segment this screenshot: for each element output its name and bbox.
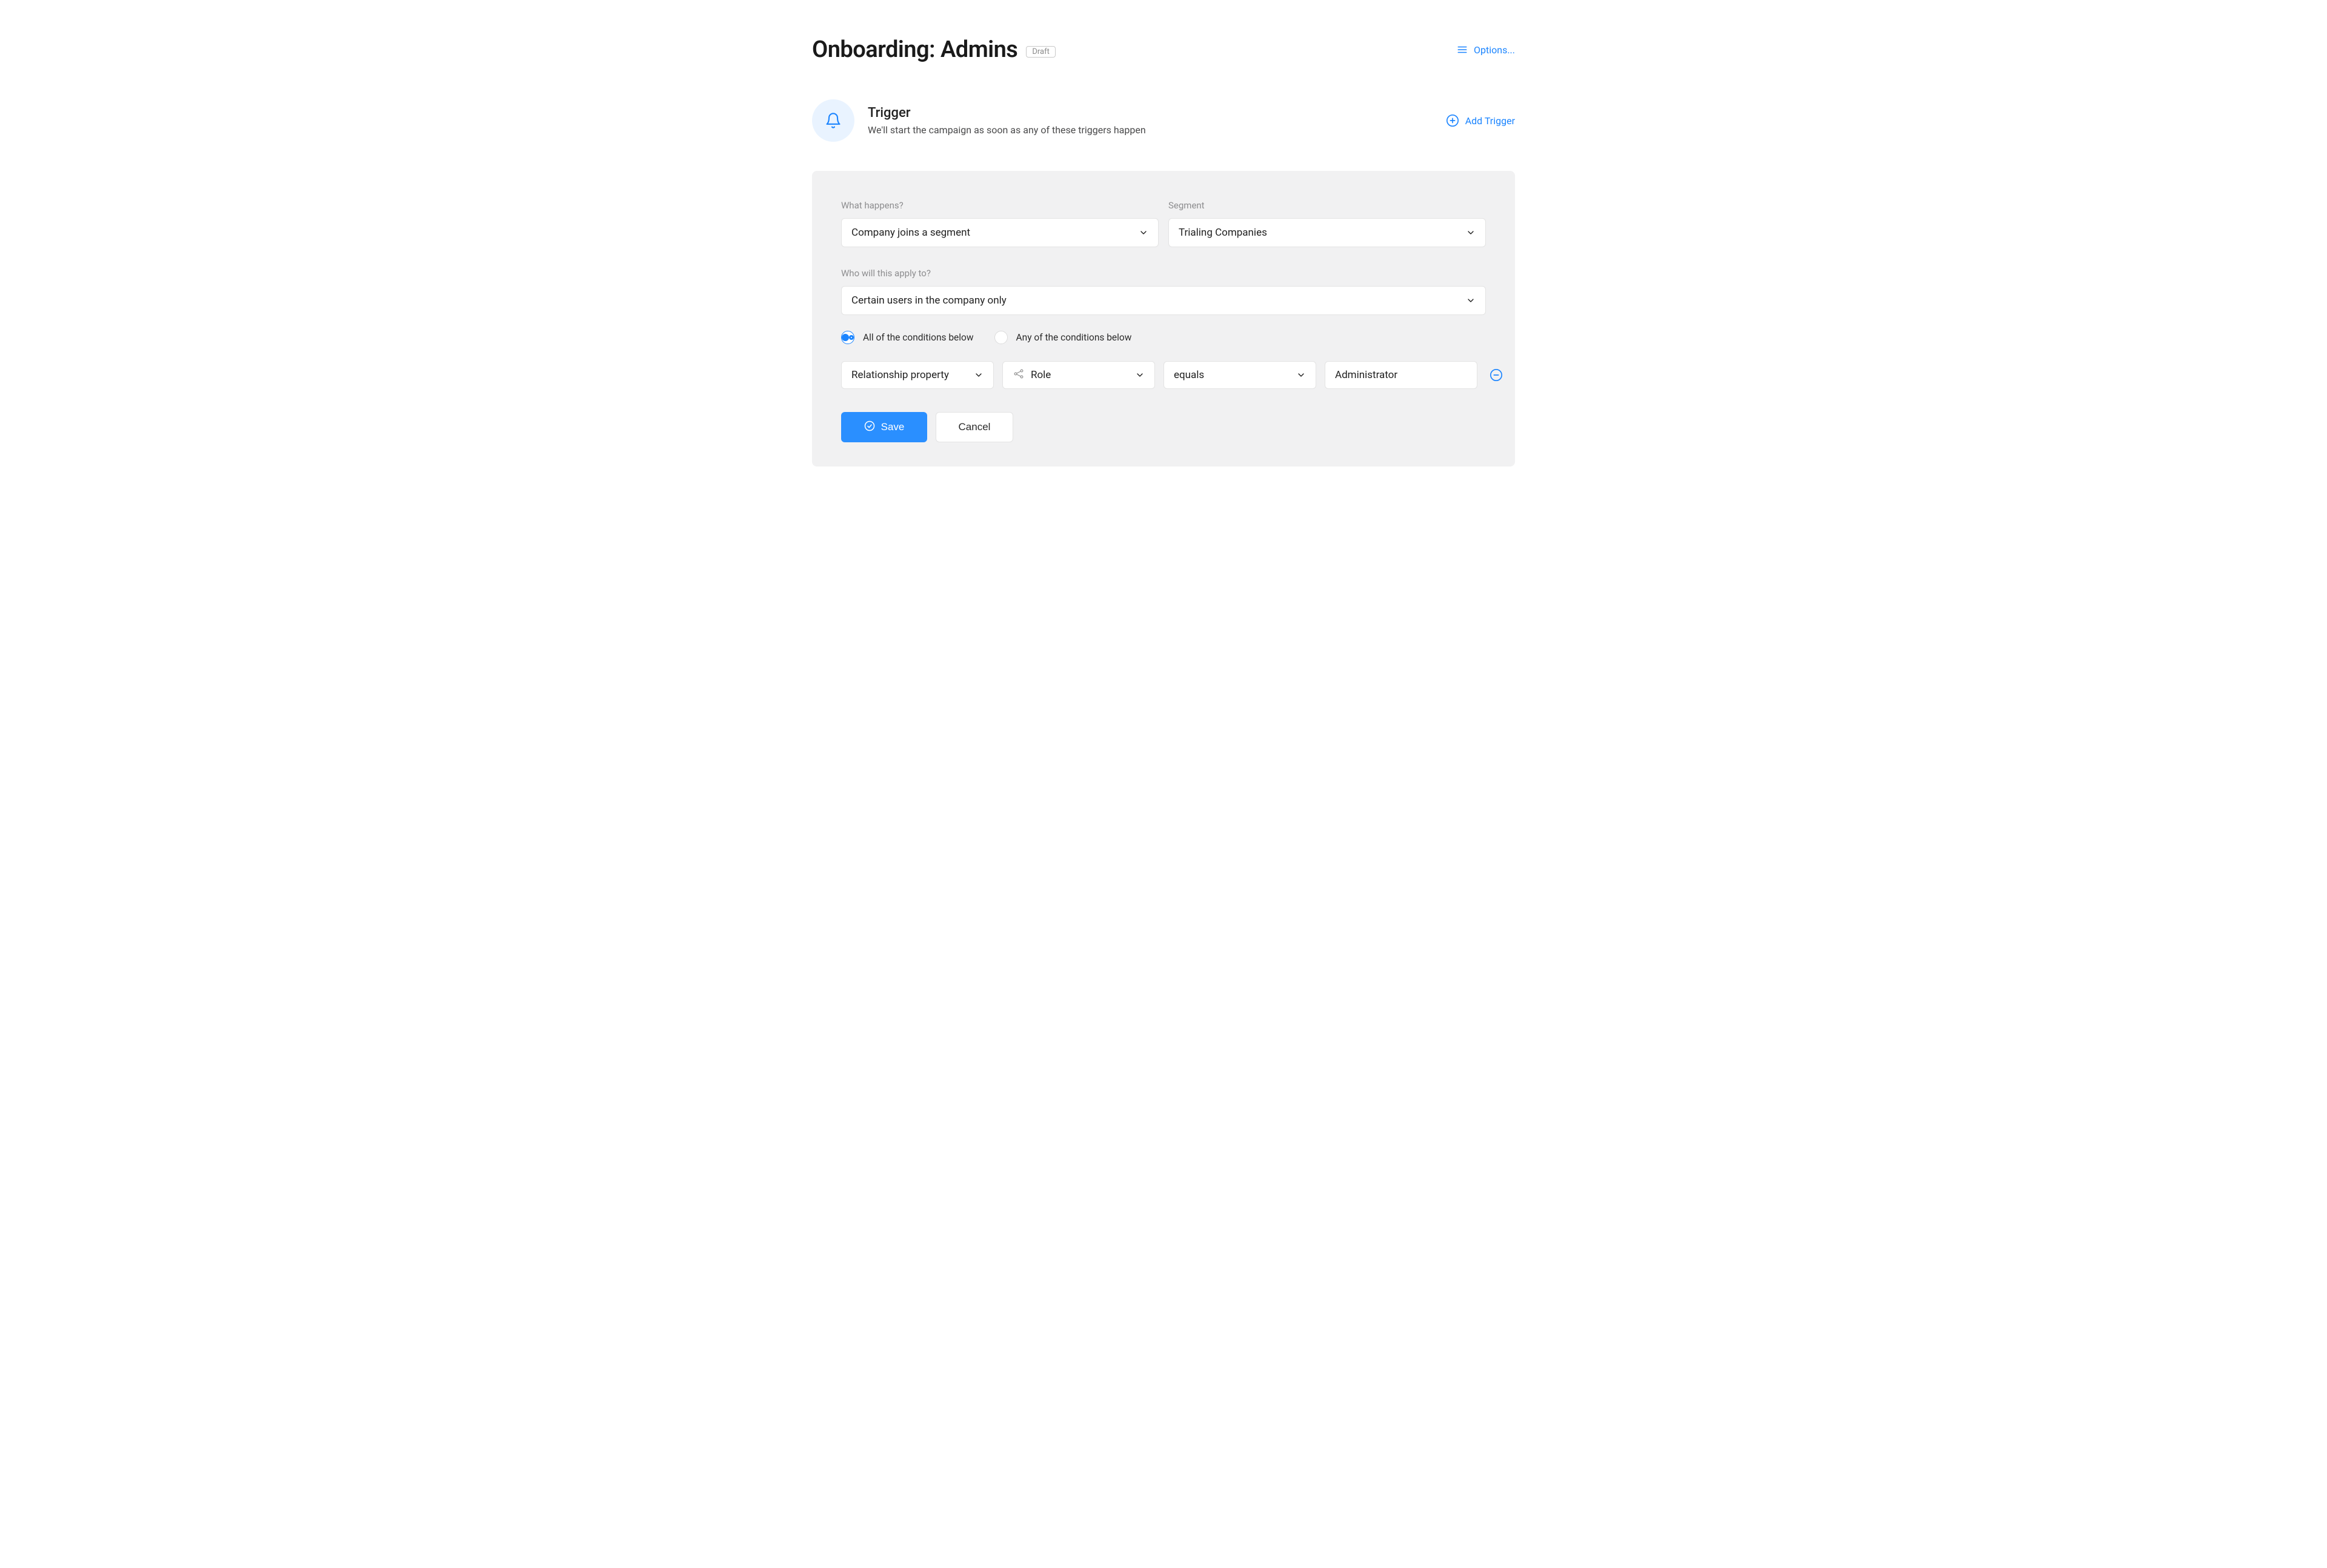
- trigger-text: Trigger We'll start the campaign as soon…: [868, 105, 1146, 136]
- options-menu-button[interactable]: Options...: [1457, 44, 1515, 56]
- page-title: Onboarding: Admins: [812, 36, 1017, 63]
- row-what-segment: What happens? Company joins a segment Se…: [841, 200, 1486, 247]
- trigger-subtitle: We'll start the campaign as soon as any …: [868, 124, 1146, 136]
- add-trigger-button[interactable]: Add Trigger: [1446, 114, 1515, 127]
- apply-to-label: Who will this apply to?: [841, 268, 1486, 279]
- radio-selected-icon: [841, 331, 854, 344]
- field-what-happens: What happens? Company joins a segment: [841, 200, 1159, 247]
- match-mode-all[interactable]: All of the conditions below: [841, 331, 974, 344]
- match-mode-any[interactable]: Any of the conditions below: [994, 331, 1132, 344]
- match-mode-all-label: All of the conditions below: [863, 332, 974, 343]
- remove-condition-button[interactable]: [1490, 368, 1503, 382]
- condition-property-name-value: Role: [1031, 369, 1051, 381]
- what-happens-label: What happens?: [841, 200, 1159, 211]
- field-apply-to: Who will this apply to? Certain users in…: [841, 268, 1486, 315]
- title-wrap: Onboarding: Admins Draft: [812, 36, 1056, 63]
- trigger-section: Trigger We'll start the campaign as soon…: [812, 99, 1515, 142]
- segment-value: Trialing Companies: [1179, 227, 1267, 239]
- what-happens-select[interactable]: Company joins a segment: [841, 218, 1159, 247]
- field-segment: Segment Trialing Companies: [1168, 200, 1486, 247]
- chevron-down-icon: [1466, 296, 1476, 305]
- relationship-icon: [1013, 368, 1025, 383]
- campaign-editor-page: Onboarding: Admins Draft Options...: [776, 0, 1551, 491]
- chevron-down-icon: [1296, 370, 1306, 380]
- plus-circle-icon: [1446, 114, 1459, 127]
- chevron-down-icon: [1135, 370, 1145, 380]
- trigger-info: Trigger We'll start the campaign as soon…: [812, 99, 1146, 142]
- panel-button-row: Save Cancel: [841, 412, 1486, 442]
- bell-icon: [812, 99, 854, 142]
- chevron-down-icon: [1139, 228, 1148, 238]
- match-mode-any-label: Any of the conditions below: [1016, 332, 1132, 343]
- options-label: Options...: [1474, 44, 1515, 56]
- what-happens-value: Company joins a segment: [851, 227, 970, 239]
- add-trigger-label: Add Trigger: [1465, 115, 1515, 127]
- row-apply-to: Who will this apply to? Certain users in…: [841, 268, 1486, 315]
- radio-unselected-icon: [994, 331, 1008, 344]
- hamburger-icon: [1457, 44, 1468, 55]
- save-label: Save: [881, 421, 905, 433]
- trigger-config-panel: What happens? Company joins a segment Se…: [812, 171, 1515, 467]
- segment-label: Segment: [1168, 200, 1486, 211]
- condition-value-input[interactable]: Administrator: [1325, 361, 1477, 389]
- condition-operator-value: equals: [1174, 369, 1204, 381]
- condition-property-name-select[interactable]: Role: [1002, 361, 1155, 389]
- check-circle-icon: [864, 420, 875, 434]
- cancel-label: Cancel: [959, 421, 991, 433]
- status-badge: Draft: [1026, 46, 1056, 58]
- cancel-button[interactable]: Cancel: [936, 412, 1013, 442]
- trigger-title: Trigger: [868, 105, 1146, 121]
- condition-property-type-value: Relationship property: [851, 369, 949, 381]
- chevron-down-icon: [1466, 228, 1476, 238]
- condition-property-type-select[interactable]: Relationship property: [841, 361, 994, 389]
- match-mode-group: All of the conditions below Any of the c…: [841, 331, 1486, 344]
- condition-row: Relationship property: [841, 361, 1486, 389]
- condition-operator-select[interactable]: equals: [1164, 361, 1316, 389]
- condition-value-text: Administrator: [1335, 369, 1397, 381]
- apply-to-select[interactable]: Certain users in the company only: [841, 286, 1486, 315]
- chevron-down-icon: [974, 370, 984, 380]
- save-button[interactable]: Save: [841, 412, 927, 442]
- page-header: Onboarding: Admins Draft Options...: [812, 36, 1515, 63]
- apply-to-value: Certain users in the company only: [851, 294, 1007, 307]
- segment-select[interactable]: Trialing Companies: [1168, 218, 1486, 247]
- minus-circle-icon: [1490, 368, 1503, 382]
